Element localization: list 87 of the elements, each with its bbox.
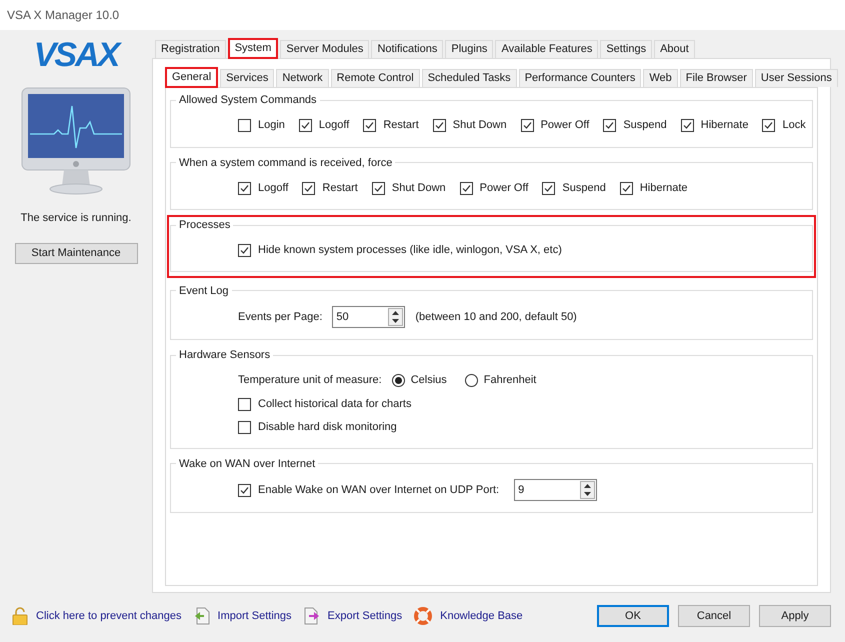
- logo: VSAX: [34, 38, 118, 72]
- checkbox-label: Restart: [322, 180, 358, 196]
- tab[interactable]: File Browser: [680, 69, 753, 87]
- number-spinner[interactable]: 9: [514, 479, 598, 501]
- document-arrow-icon: [304, 607, 320, 625]
- checkbox[interactable]: [542, 182, 556, 194]
- checkbox-label: Power Off: [540, 118, 590, 134]
- checkbox[interactable]: [238, 119, 251, 132]
- spinner-value: 50: [336, 310, 350, 325]
- service-status: The service is running.: [20, 211, 132, 226]
- spin-arrows-icon[interactable]: [388, 308, 404, 326]
- tab[interactable]: General: [165, 67, 218, 88]
- dialog-button[interactable]: Cancel: [678, 605, 750, 627]
- checkbox-label: Collect historical data for charts: [258, 396, 412, 412]
- footer-link[interactable]: Import Settings: [218, 608, 292, 624]
- group-title: Processes: [178, 218, 232, 233]
- lifebuoy-icon: [414, 607, 432, 625]
- checkbox[interactable]: [372, 182, 385, 194]
- spinner-value: 9: [518, 482, 526, 498]
- checkbox[interactable]: [238, 398, 251, 410]
- checkbox[interactable]: [238, 244, 251, 256]
- checkbox[interactable]: [762, 119, 776, 132]
- footer-link[interactable]: Export Settings: [328, 608, 402, 624]
- tab[interactable]: User Sessions: [754, 69, 838, 87]
- tab[interactable]: Notifications: [371, 40, 444, 58]
- tab[interactable]: Performance Counters: [518, 69, 642, 87]
- footer-link[interactable]: Click here to prevent changes: [36, 608, 182, 624]
- checkbox-label: Enable Wake on WAN over Internet on UDP Port:: [258, 482, 500, 498]
- checkbox-label: Shut Down: [452, 118, 507, 134]
- checkbox[interactable]: [680, 119, 694, 132]
- checkbox[interactable]: [620, 182, 633, 194]
- checkbox-label: Power Off: [480, 180, 528, 196]
- range-note: (between 10 and 200, default 50): [415, 310, 577, 325]
- start-maintenance-button[interactable]: Start Maintenance: [14, 242, 138, 264]
- padlock-icon: [12, 607, 28, 625]
- checkbox-label: Login: [258, 118, 285, 134]
- checkbox-label: Hibernate: [700, 118, 748, 134]
- dialog-button[interactable]: Apply: [759, 605, 831, 627]
- checkbox-label: Logoff: [258, 180, 288, 196]
- group-title: Event Log: [178, 284, 230, 298]
- tab[interactable]: Services: [220, 69, 274, 87]
- group-title: Wake on WAN over Internet: [178, 456, 316, 472]
- checkbox[interactable]: [460, 182, 473, 194]
- window-title: VSA X Manager 10.0: [7, 7, 120, 24]
- tab[interactable]: About: [654, 40, 695, 58]
- tab[interactable]: Available Features: [495, 40, 598, 58]
- tab[interactable]: Server Modules: [280, 40, 370, 58]
- checkbox-label: Lock: [782, 118, 806, 134]
- checkbox[interactable]: [238, 420, 251, 434]
- checkbox[interactable]: [520, 119, 534, 132]
- tab[interactable]: System: [228, 38, 278, 59]
- tab[interactable]: Plugins: [445, 40, 494, 58]
- checkbox[interactable]: [302, 182, 316, 194]
- dialog-button[interactable]: OK: [597, 605, 669, 627]
- tab[interactable]: Remote Control: [330, 69, 420, 87]
- checkbox-label: Disable hard disk monitoring: [258, 420, 397, 435]
- checkbox[interactable]: [298, 119, 312, 132]
- document-arrow-icon: [194, 607, 210, 625]
- radio-label: Celsius: [410, 373, 447, 388]
- radio-button[interactable]: [392, 374, 405, 387]
- footer-link[interactable]: Knowledge Base: [440, 608, 523, 624]
- group-title: Allowed System Commands: [178, 93, 318, 108]
- checkbox-label: Hide known system processes (like idle, winlogon, VSA X, etc): [258, 242, 562, 258]
- checkbox-label: Suspend: [562, 180, 606, 196]
- group-title: When a system command is received, force: [178, 156, 394, 170]
- checkbox[interactable]: [603, 119, 616, 132]
- field-label: Events per Page:: [238, 310, 322, 325]
- tab[interactable]: Web: [643, 69, 678, 87]
- radio-label: Fahrenheit: [484, 373, 536, 388]
- radio-button[interactable]: [464, 374, 478, 387]
- checkbox[interactable]: [363, 119, 376, 132]
- spin-arrows-icon[interactable]: [580, 481, 596, 499]
- field-label: Temperature unit of measure:: [238, 373, 382, 388]
- group-title: Hardware Sensors: [178, 348, 272, 363]
- checkbox[interactable]: [238, 484, 251, 496]
- checkbox-label: Hibernate: [640, 180, 688, 196]
- tab[interactable]: Registration: [155, 40, 226, 58]
- number-spinner[interactable]: 50: [332, 306, 406, 328]
- checkbox[interactable]: [238, 182, 251, 194]
- checkbox[interactable]: [432, 119, 446, 132]
- tab[interactable]: Network: [276, 69, 329, 87]
- checkbox-label: Restart: [383, 118, 419, 134]
- checkbox-label: Logoff: [318, 118, 350, 134]
- tab[interactable]: Scheduled Tasks: [422, 69, 517, 87]
- tab[interactable]: Settings: [600, 40, 652, 58]
- checkbox-label: Shut Down: [392, 180, 446, 196]
- checkbox-label: Suspend: [623, 118, 667, 134]
